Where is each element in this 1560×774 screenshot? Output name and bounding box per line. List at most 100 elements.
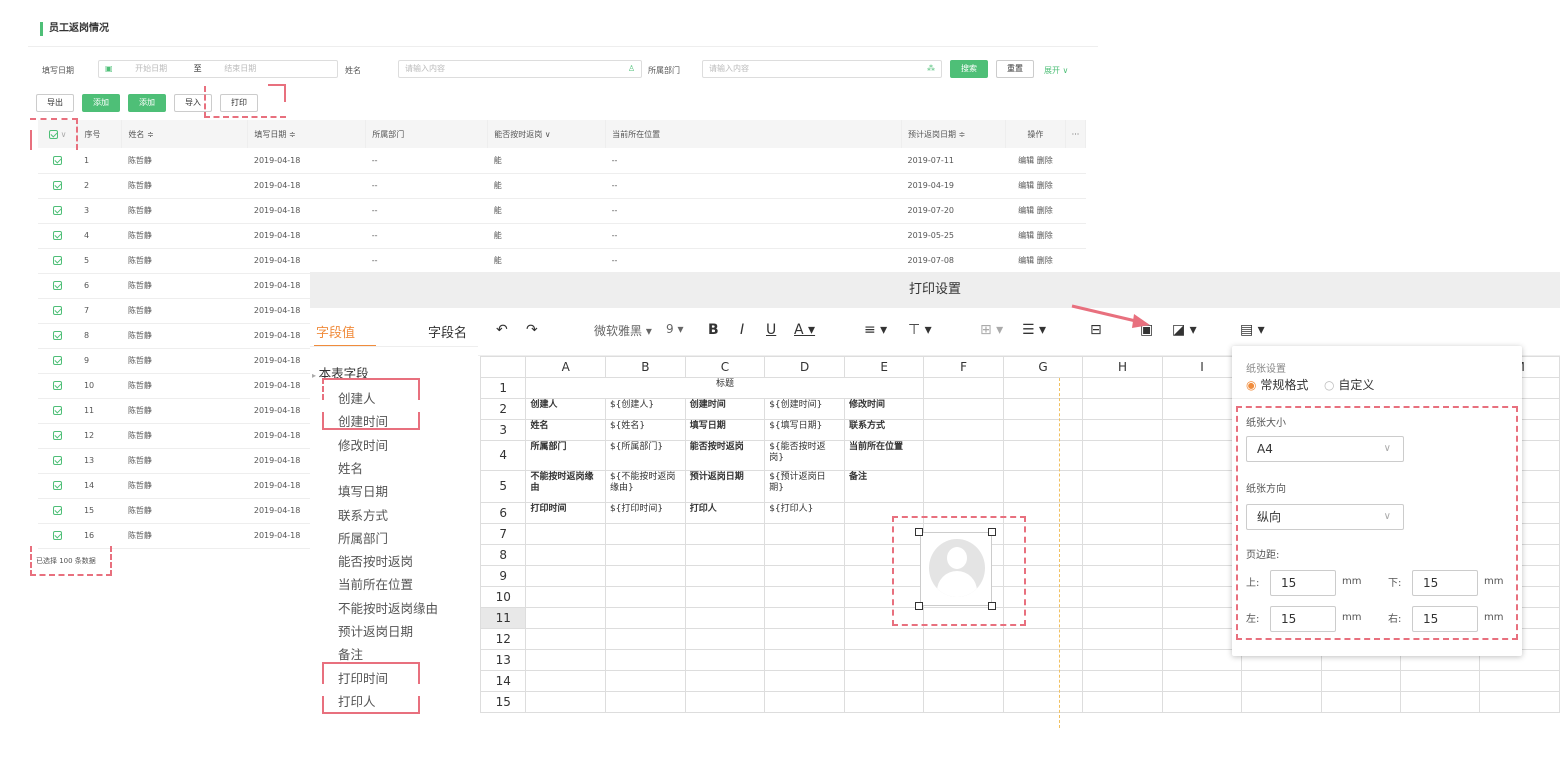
sheet-cell[interactable]: 联系方式: [843, 419, 925, 441]
sheet-cell[interactable]: [1161, 377, 1243, 399]
sheet-cell[interactable]: [1002, 377, 1084, 399]
column-header[interactable]: C: [684, 356, 766, 378]
sheet-cell[interactable]: [1161, 670, 1243, 692]
checkbox-icon[interactable]: [53, 281, 63, 290]
sheet-title-cell[interactable]: 标题: [525, 377, 925, 399]
checkbox-icon[interactable]: [53, 181, 63, 190]
edit-link[interactable]: 编辑: [1018, 206, 1034, 215]
checkbox-icon[interactable]: [53, 506, 63, 515]
sheet-cell[interactable]: [1479, 670, 1560, 692]
sheet-cell[interactable]: [1082, 470, 1163, 503]
border-icon[interactable]: ⊞ ▾: [980, 322, 1003, 338]
italic-icon[interactable]: I: [740, 322, 744, 338]
sheet-cell[interactable]: 备注: [843, 470, 925, 503]
sheet-cell[interactable]: [1399, 691, 1481, 713]
sheet-cell[interactable]: [1002, 419, 1084, 441]
sheet-cell[interactable]: [1320, 670, 1401, 692]
field-item[interactable]: 所属部门: [338, 528, 388, 547]
sheet-cell[interactable]: [684, 691, 766, 713]
table-row[interactable]: 3 陈哲静 2019-04-18 -- 能 -- 2019-07-20 编辑 删除: [38, 198, 1086, 224]
sheet-cell[interactable]: [1002, 628, 1084, 650]
sheet-cell[interactable]: [1241, 670, 1322, 692]
wrap-icon[interactable]: ☰ ▾: [1022, 322, 1046, 338]
sheet-cell[interactable]: [604, 523, 686, 545]
sheet-cell[interactable]: 创建人: [525, 398, 606, 420]
sheet-cell[interactable]: [1161, 691, 1243, 713]
row-header[interactable]: 15: [479, 691, 527, 713]
sheet-cell[interactable]: 能否按时返岗: [684, 440, 766, 471]
table-row[interactable]: 1 陈哲静 2019-04-18 -- 能 -- 2019-07-11 编辑 删除: [38, 148, 1086, 174]
edit-link[interactable]: 编辑: [1018, 181, 1034, 190]
font-size-select[interactable]: 9 ▾: [666, 322, 683, 336]
sheet-cell[interactable]: [525, 586, 606, 608]
row-header[interactable]: 11: [479, 607, 527, 629]
sheet-cell[interactable]: ${打印时间}: [604, 502, 686, 524]
col-header[interactable]: 预计返岗日期 ≑: [901, 120, 1006, 148]
field-item[interactable]: 备注: [338, 644, 363, 663]
checkbox-icon[interactable]: [53, 431, 63, 440]
sheet-cell[interactable]: [684, 586, 766, 608]
end-date[interactable]: 结束日期: [224, 64, 256, 73]
sheet-cell[interactable]: 不能按时返岗缘由: [525, 470, 606, 503]
sheet-cell[interactable]: [1161, 470, 1243, 503]
bold-icon[interactable]: B: [708, 322, 719, 338]
edit-link[interactable]: 编辑: [1018, 256, 1034, 265]
sheet-cell[interactable]: [604, 544, 686, 566]
checkbox-icon[interactable]: [53, 231, 63, 240]
sheet-cell[interactable]: [843, 691, 925, 713]
sheet-cell[interactable]: [525, 670, 606, 692]
col-header[interactable]: 序号: [77, 120, 123, 148]
sheet-cell[interactable]: [525, 544, 606, 566]
sheet-cell[interactable]: [923, 649, 1004, 671]
edit-icon[interactable]: ◪ ▾: [1172, 322, 1197, 338]
underline-icon[interactable]: U: [766, 322, 776, 338]
sheet-cell[interactable]: [1161, 586, 1243, 608]
sheet-cell[interactable]: [604, 691, 686, 713]
sheet-cell[interactable]: ${填写日期}: [764, 419, 845, 441]
column-header[interactable]: H: [1082, 356, 1163, 378]
sheet-cell[interactable]: [1082, 565, 1163, 587]
sheet-cell[interactable]: [525, 628, 606, 650]
sheet-cell[interactable]: [1161, 628, 1243, 650]
search-button[interactable]: 搜索: [950, 60, 988, 78]
field-item[interactable]: 当前所在位置: [338, 574, 413, 593]
sheet-cell[interactable]: [923, 419, 1004, 441]
sheet-cell[interactable]: [684, 523, 766, 545]
sheet-cell[interactable]: [1161, 419, 1243, 441]
sheet-cell[interactable]: [604, 628, 686, 650]
row-header[interactable]: 5: [479, 470, 527, 503]
sheet-cell[interactable]: [1161, 649, 1243, 671]
sheet-cell[interactable]: [1002, 649, 1084, 671]
sheet-cell[interactable]: [1479, 691, 1560, 713]
sheet-cell[interactable]: [843, 628, 925, 650]
sheet-cell[interactable]: [1082, 502, 1163, 524]
sheet-cell[interactable]: [1161, 607, 1243, 629]
col-header[interactable]: 能否按时返岗 ∨: [487, 120, 607, 148]
sheet-cell[interactable]: ${创建时间}: [764, 398, 845, 420]
sheet-cell[interactable]: [1002, 691, 1084, 713]
sheet-cell[interactable]: [1161, 565, 1243, 587]
sheet-cell[interactable]: [1082, 691, 1163, 713]
sheet-cell[interactable]: [923, 398, 1004, 420]
reset-button[interactable]: 重置: [996, 60, 1034, 78]
column-header[interactable]: F: [923, 356, 1004, 378]
sheet-cell[interactable]: [1082, 649, 1163, 671]
sheet-cell[interactable]: 打印人: [684, 502, 766, 524]
sheet-cell[interactable]: ${不能按时返岗缘由}: [604, 470, 686, 503]
sheet-cell[interactable]: [1161, 502, 1243, 524]
sheet-cell[interactable]: [1002, 470, 1084, 503]
font-family-select[interactable]: 微软雅黑 ▾: [594, 322, 652, 339]
sheet-cell[interactable]: [1082, 607, 1163, 629]
sheet-cell[interactable]: [525, 691, 606, 713]
sheet-cell[interactable]: [1002, 670, 1084, 692]
row-header[interactable]: 3: [479, 419, 527, 441]
sheet-cell[interactable]: [923, 440, 1004, 471]
field-item[interactable]: 填写日期: [338, 481, 388, 500]
table-row[interactable]: 5 陈哲静 2019-04-18 -- 能 -- 2019-07-08 编辑 删除: [38, 248, 1086, 274]
row-header[interactable]: 9: [479, 565, 527, 587]
column-header[interactable]: G: [1002, 356, 1084, 378]
sheet-cell[interactable]: [764, 649, 845, 671]
add-button-2[interactable]: 添加: [128, 94, 166, 112]
sheet-cell[interactable]: 填写日期: [684, 419, 766, 441]
row-header[interactable]: 14: [479, 670, 527, 692]
